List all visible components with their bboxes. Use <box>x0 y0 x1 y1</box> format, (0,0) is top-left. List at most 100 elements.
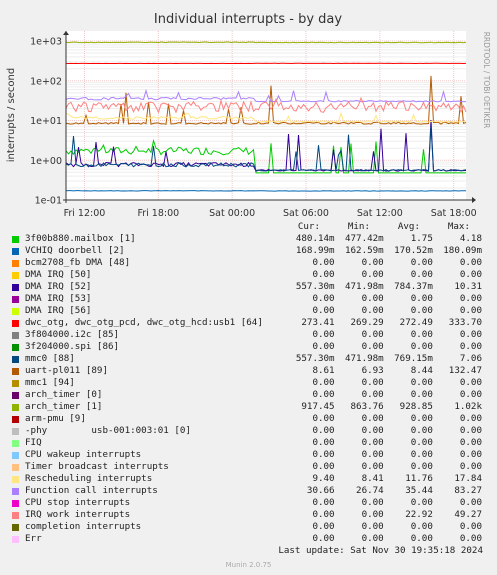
legend-swatch <box>12 463 19 471</box>
legend-name: 3f00b880.mailbox [1] <box>25 233 136 244</box>
legend-max: 0.00 <box>459 461 482 472</box>
legend-name: -phy usb-001:003:01 [0] <box>25 425 191 436</box>
legend-avg: 0.00 <box>410 533 433 544</box>
x-tick-label: Sat 00:00 <box>209 208 255 219</box>
legend-min: 0.00 <box>361 293 384 304</box>
legend-swatch <box>12 295 19 303</box>
legend-row: 3f00b880.mailbox [1] 480.14m 477.42m 1.75 4.… <box>12 233 482 245</box>
legend-min: 6.93 <box>361 365 384 376</box>
legend-row: CPU stop interrupts 0.00 0.00 0.00 0.00 <box>12 497 482 509</box>
legend-min: 471.98m <box>344 281 384 292</box>
legend-min: 0.00 <box>361 269 384 280</box>
legend-max: 0.00 <box>459 329 482 340</box>
legend-swatch <box>12 439 19 447</box>
legend-cur: 0.00 <box>312 257 335 268</box>
legend-cur: 0.00 <box>312 377 335 388</box>
legend-name: mmc0 [88] <box>25 353 75 364</box>
legend-row: Timer broadcast interrupts 0.00 0.00 0.00 0.… <box>12 461 482 473</box>
legend-max: 333.70 <box>448 317 482 328</box>
legend-max: 1.02k <box>454 401 482 412</box>
legend-cur: 557.30m <box>295 281 335 292</box>
legend-swatch <box>12 343 19 351</box>
legend-swatch <box>12 319 19 327</box>
legend-avg: 0.00 <box>410 461 433 472</box>
legend-max: 7.06 <box>459 353 482 364</box>
legend-avg: 35.44 <box>405 485 433 496</box>
legend-max: 0.00 <box>459 305 482 316</box>
chart: Individual interrupts - by day interrupt… <box>6 12 491 219</box>
legend-name: 3f204000.spi [86] <box>25 341 120 352</box>
legend-max: 0.00 <box>459 497 482 508</box>
legend-row: Function call interrupts 30.66 26.74 35.44 8… <box>12 485 482 497</box>
legend: Cur: Min: Avg: Max: 3f00b880.mailbox [1]… <box>12 221 482 545</box>
legend-name: arm-pmu [9] <box>25 413 86 424</box>
legend-swatch <box>12 451 19 459</box>
legend-row: Err 0.00 0.00 0.00 0.00 <box>12 533 482 545</box>
legend-avg: 22.92 <box>405 509 433 520</box>
legend-avg: 784.37m <box>394 281 433 292</box>
legend-cur: 0.00 <box>312 521 335 532</box>
legend-min: 0.00 <box>361 461 384 472</box>
legend-max: 0.00 <box>459 449 482 460</box>
legend-name: Rescheduling interrupts <box>25 473 153 484</box>
legend-max: 0.00 <box>459 269 482 280</box>
legend-row: arch_timer [0] 0.00 0.00 0.00 0.00 <box>12 389 482 401</box>
legend-max: 0.00 <box>459 437 482 448</box>
legend-min: 0.00 <box>361 413 384 424</box>
legend-avg: 1.75 <box>410 233 433 244</box>
legend-min: 0.00 <box>361 329 384 340</box>
legend-avg: 0.00 <box>410 413 433 424</box>
legend-avg: 0.00 <box>410 293 433 304</box>
legend-row: DMA IRQ [52] 557.30m 471.98m 784.37m 10.31 <box>12 281 482 293</box>
legend-row: uart-pl011 [89] 8.61 6.93 8.44 132.47 <box>12 365 482 377</box>
legend-name: dwc_otg, dwc_otg_pcd, dwc_otg_hcd:usb1 [… <box>25 317 263 328</box>
legend-name: VCHIQ doorbell [2] <box>25 245 125 256</box>
legend-cur: 168.99m <box>295 245 335 256</box>
legend-min: 0.00 <box>361 425 384 436</box>
legend-row: -phy usb-001:003:01 [0] 0.00 0.00 0.00 0.00 <box>12 425 482 437</box>
legend-swatch <box>12 235 19 243</box>
x-tick-label: Fri 18:00 <box>137 208 179 219</box>
legend-avg: 769.15m <box>394 353 433 364</box>
legend-cur: 0.00 <box>312 413 335 424</box>
legend-cur: 0.00 <box>312 341 335 352</box>
legend-name: DMA IRQ [50] <box>25 269 92 280</box>
legend-min: 162.59m <box>344 245 384 256</box>
col-min: Min: <box>347 221 370 232</box>
munin-version: Munin 2.0.75 <box>225 561 272 569</box>
legend-min: 26.74 <box>356 485 384 496</box>
legend-cur: 9.40 <box>312 473 335 484</box>
legend-max: 83.27 <box>454 485 482 496</box>
legend-max: 0.00 <box>459 293 482 304</box>
legend-min: 0.00 <box>361 389 384 400</box>
legend-max: 0.00 <box>459 377 482 388</box>
legend-swatch <box>12 475 19 483</box>
legend-cur: 0.00 <box>312 425 335 436</box>
legend-cur: 0.00 <box>312 293 335 304</box>
legend-avg: 0.00 <box>410 497 433 508</box>
legend-avg: 0.00 <box>410 449 433 460</box>
legend-row: mmc0 [88] 557.30m 471.98m 769.15m 7.06 <box>12 353 482 365</box>
legend-row: IRQ work interrupts 0.00 0.00 22.92 49.27 <box>12 509 482 521</box>
legend-avg: 170.52m <box>394 245 433 256</box>
legend-cur: 0.00 <box>312 533 335 544</box>
x-tick-label: Sat 18:00 <box>431 208 477 219</box>
legend-min: 471.98m <box>344 353 384 364</box>
y-tick-label: 1e+02 <box>30 76 62 87</box>
legend-avg: 0.00 <box>410 257 433 268</box>
legend-row: FIQ 0.00 0.00 0.00 0.00 <box>12 437 482 449</box>
legend-swatch <box>12 415 19 423</box>
legend-name: IRQ work interrupts <box>25 509 131 520</box>
legend-name: 3f804000.i2c [85] <box>25 329 120 340</box>
legend-name: completion interrupts <box>25 521 142 532</box>
legend-cur: 0.00 <box>312 497 335 508</box>
legend-max: 17.84 <box>454 473 482 484</box>
legend-cur: 917.45 <box>301 401 335 412</box>
legend-max: 49.27 <box>454 509 482 520</box>
legend-swatch <box>12 427 19 435</box>
legend-avg: 8.44 <box>410 365 433 376</box>
y-tick-label: 1e+00 <box>30 156 62 167</box>
last-update: Last update: Sat Nov 30 19:35:18 2024 <box>278 545 483 556</box>
legend-min: 0.00 <box>361 509 384 520</box>
legend-cur: 557.30m <box>295 353 335 364</box>
